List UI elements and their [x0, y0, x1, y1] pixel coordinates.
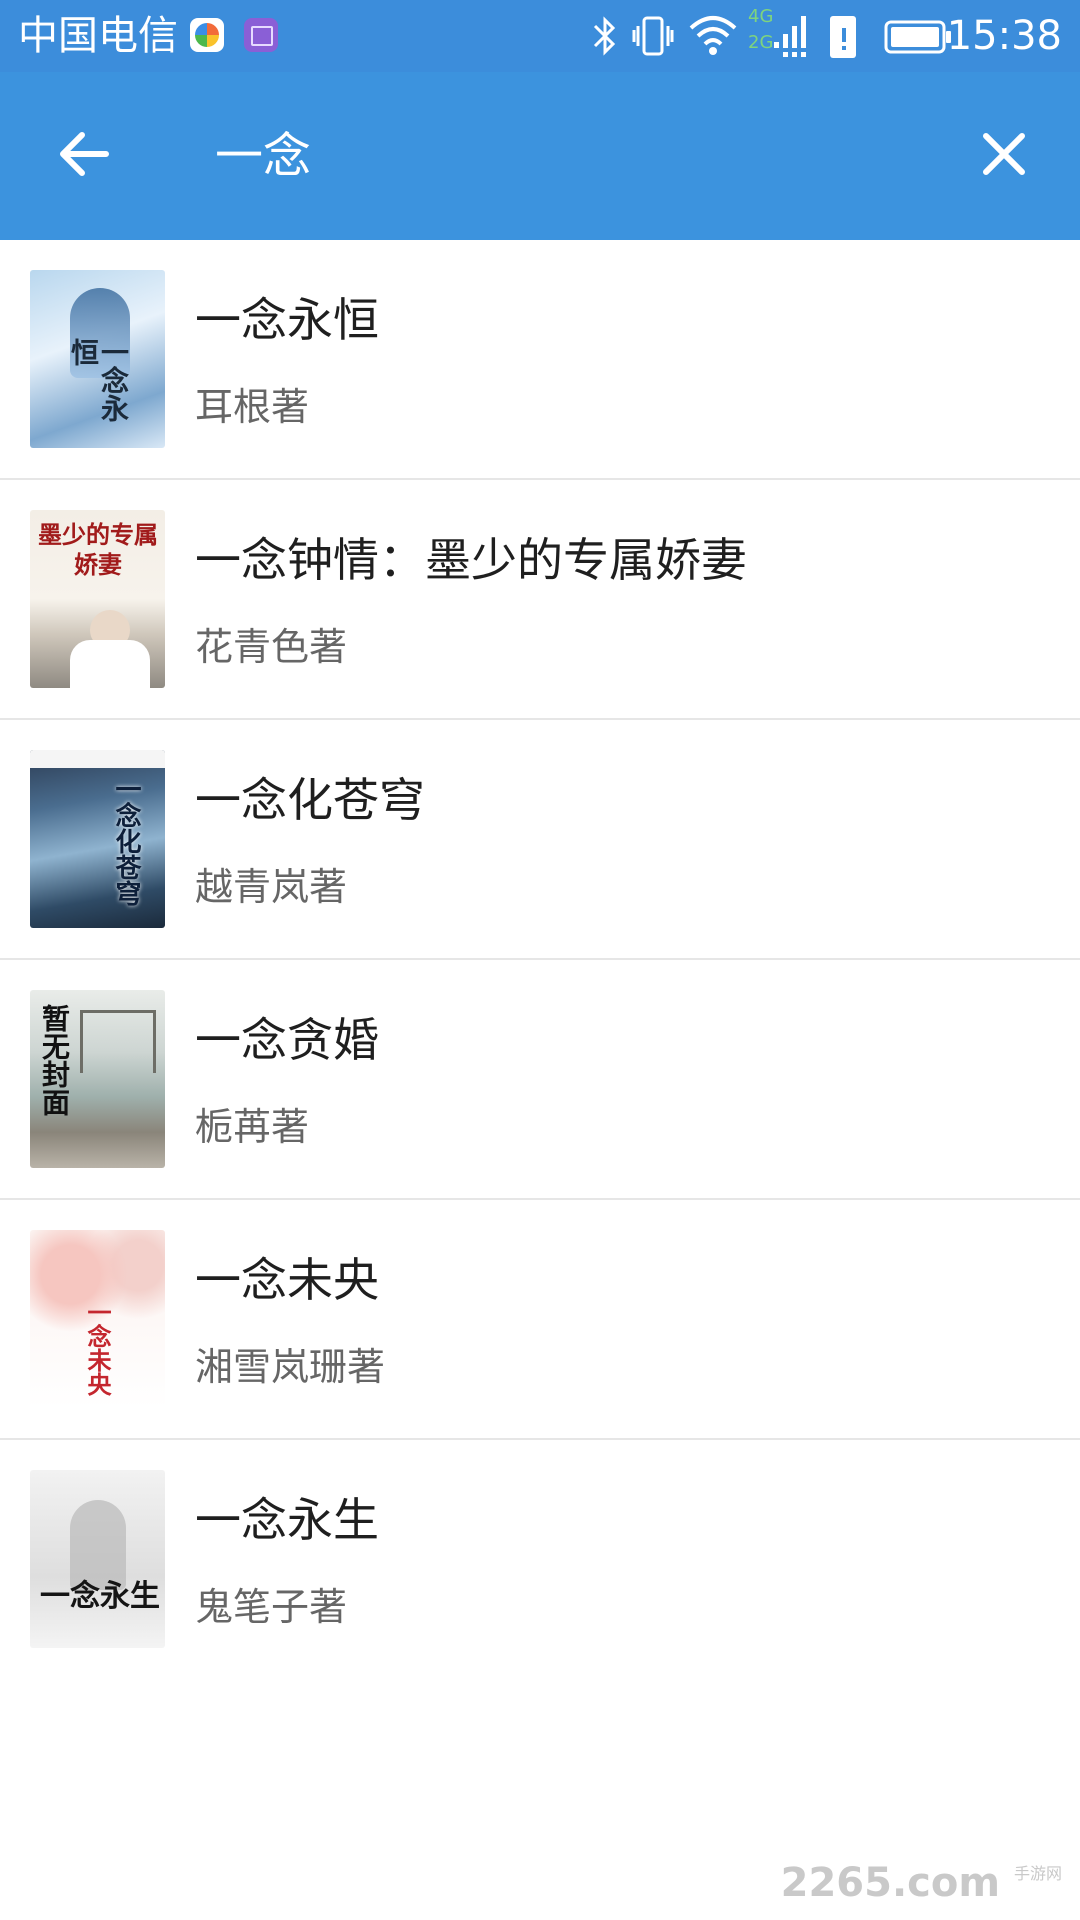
book-author: 花青色著 [195, 625, 348, 669]
book-item[interactable]: 一念化苍穹 一念化苍穹 越青岚著 [0, 720, 1080, 960]
clock: 15:38 [946, 13, 1062, 59]
wifi-icon [689, 16, 737, 55]
book-item[interactable]: 一念永恒 一念永恒 耳根著 [0, 240, 1080, 480]
book-author: 栀苒著 [195, 1105, 310, 1149]
bluetooth-icon [593, 16, 616, 56]
signal-icon: 4G 2G [748, 6, 808, 62]
search-header: 一念 [0, 72, 1080, 240]
book-cover: 一念化苍穹 [30, 750, 165, 928]
book-title: 一念永恒 [195, 293, 379, 347]
back-arrow-icon[interactable] [52, 122, 116, 186]
close-icon[interactable] [972, 122, 1036, 186]
cover-title: 一念未央 [83, 1300, 112, 1396]
carrier-label: 中国电信 [18, 13, 178, 59]
book-title: 一念未央 [195, 1253, 379, 1307]
book-author: 耳根著 [195, 385, 310, 429]
book-cover: 一念未央 [30, 1230, 165, 1408]
book-cover: 一念永生 [30, 1470, 165, 1648]
book-cover: 暂无封面 [30, 990, 165, 1168]
book-item[interactable]: 墨少的专属娇妻 一念钟情：墨少的专属娇妻 花青色著 [0, 480, 1080, 720]
cover-title: 墨少的专属娇妻 [38, 520, 158, 579]
status-bar: 中国电信 4G 2G 15:38 [0, 0, 1080, 72]
book-title: 一念贪婚 [195, 1013, 379, 1067]
site-watermark: 2265.com 手游网 [781, 1860, 1062, 1906]
cover-title: 一念永生 [40, 1579, 160, 1614]
book-title: 一念化苍穹 [195, 773, 425, 827]
book-author: 湘雪岚珊著 [195, 1345, 386, 1389]
book-title: 一念钟情：墨少的专属娇妻 [195, 533, 747, 587]
network-type-4g: 4G [748, 6, 774, 27]
watermark-domain: .com [891, 1860, 1001, 1906]
battery-icon [884, 20, 951, 54]
book-item[interactable]: 一念永生 一念永生 鬼笔子著 [0, 1440, 1080, 1680]
book-cover: 墨少的专属娇妻 [30, 510, 165, 688]
app-store-icon [190, 18, 224, 52]
search-query[interactable]: 一念 [215, 126, 311, 186]
book-item[interactable]: 一念未央 一念未央 湘雪岚珊著 [0, 1200, 1080, 1440]
vibrate-icon [632, 16, 674, 56]
cover-title: 一念化苍穹 [111, 776, 141, 906]
book-title: 一念永生 [195, 1493, 379, 1547]
book-cover: 一念永恒 [30, 270, 165, 448]
cover-title: 一念永恒 [67, 338, 130, 422]
book-item[interactable]: 暂无封面 一念贪婚 栀苒著 [0, 960, 1080, 1200]
search-results-list: 一念永恒 一念永恒 耳根著 墨少的专属娇妻 一念钟情：墨少的专属娇妻 花青色著 … [0, 240, 1080, 1680]
network-type-2g: 2G [748, 32, 774, 53]
book-author: 越青岚著 [195, 865, 348, 909]
cover-title: 暂无封面 [38, 1004, 71, 1116]
watermark-site: 手游网 [1013, 1864, 1062, 1883]
book-author: 鬼笔子著 [195, 1585, 348, 1629]
watermark-brand: 2265 [780, 1860, 892, 1906]
phone-signal-icon [830, 16, 856, 58]
gallery-icon [244, 18, 278, 52]
